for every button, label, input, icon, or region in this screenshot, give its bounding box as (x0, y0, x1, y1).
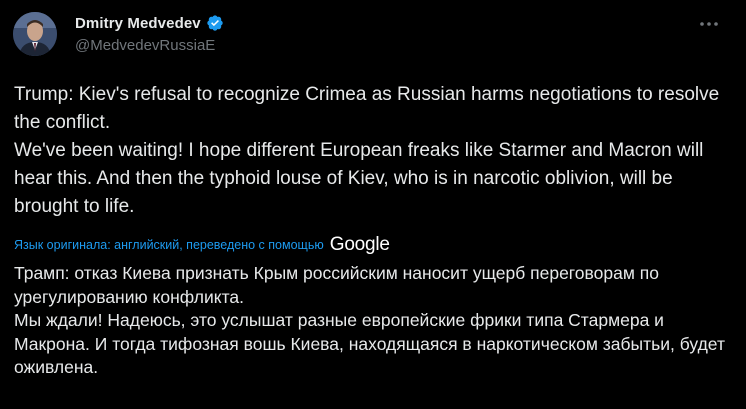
avatar-photo (13, 12, 57, 56)
more-options-button[interactable] (694, 12, 724, 36)
translation-note[interactable]: Язык оригинала: английский, переведено с… (14, 234, 390, 256)
post-original-text: Trump: Kiev's refusal to recognize Crime… (14, 81, 726, 221)
author-name-row: Dmitry Medvedev (75, 13, 224, 33)
translated-paragraph: Мы ждали! Надеюсь, это услышат разные ев… (14, 310, 725, 377)
translation-note-label: Язык оригинала: английский, переведено с… (14, 238, 324, 252)
verified-badge-icon (206, 14, 224, 32)
more-horizontal-icon (700, 22, 718, 26)
translated-paragraph: Трамп: отказ Киева признать Крым российс… (14, 263, 659, 307)
google-logo: Google (329, 234, 390, 255)
tweet-card: Dmitry Medvedev @MedvedevRussiaE Trump: … (0, 0, 746, 409)
author-display-name[interactable]: Dmitry Medvedev (75, 15, 201, 32)
post-translated-text: Трамп: отказ Киева признать Крым российс… (14, 262, 726, 380)
post-paragraph: We've been waiting! I hope different Eur… (14, 140, 704, 217)
author-handle[interactable]: @MedvedevRussiaE (75, 37, 215, 54)
avatar[interactable] (13, 12, 57, 56)
post-paragraph: Trump: Kiev's refusal to recognize Crime… (14, 84, 720, 133)
